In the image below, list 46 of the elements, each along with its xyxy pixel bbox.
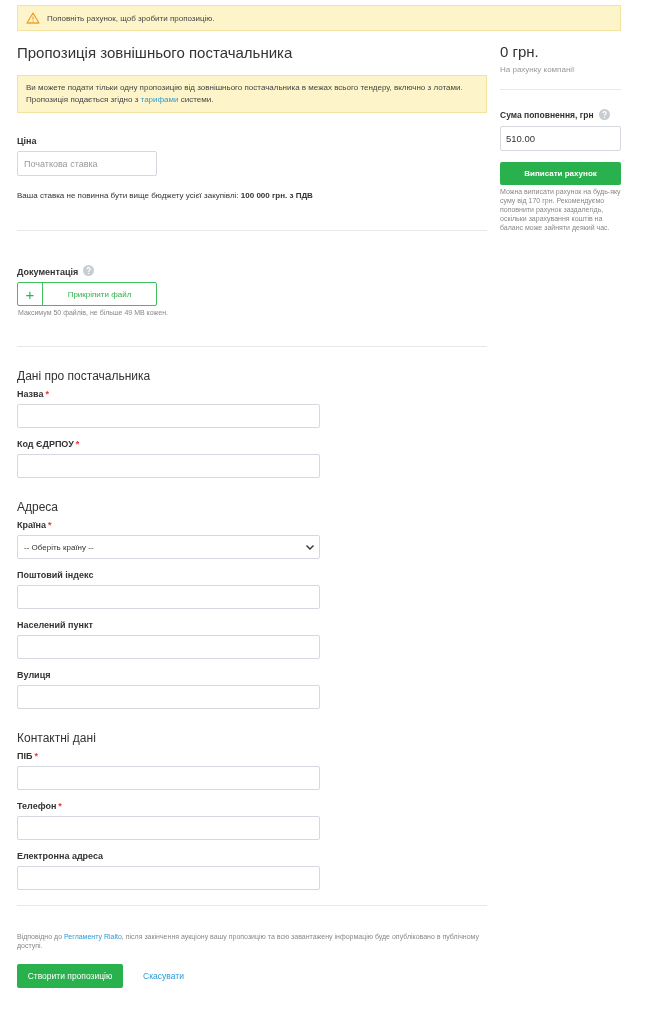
required-mark: * xyxy=(58,801,62,811)
field-label: Вулиця xyxy=(17,670,51,680)
field-label: Поштовий індекс xyxy=(17,570,94,580)
input-field[interactable] xyxy=(17,685,320,709)
budget-note: Ваша ставка не повинна бути вище бюджету усієї закупівлі: 100 000 грн. з ПДВ xyxy=(17,191,314,200)
field-label: Сума поповнення, грн xyxy=(500,109,594,120)
required-mark: * xyxy=(45,389,50,399)
issue-invoice-button[interactable]: Виписати рахунок xyxy=(500,162,621,185)
section-title: Контактні дані xyxy=(17,731,97,745)
attach-file-button[interactable]: + Прикріпити файл xyxy=(17,282,157,306)
required-mark: * xyxy=(34,751,38,761)
field-label: Населений пункт xyxy=(17,620,93,630)
help-icon[interactable] xyxy=(83,265,95,276)
field-label: Документація xyxy=(17,267,79,277)
country-select[interactable]: -- Оберіть країну -- xyxy=(17,535,320,559)
warning-icon xyxy=(26,12,40,24)
cancel-link[interactable]: Скасувати xyxy=(143,971,184,981)
balance-amount: 0 грн. xyxy=(500,43,540,60)
section-title: Дані про постачальника xyxy=(17,369,152,383)
field-label: Назва xyxy=(17,389,44,399)
input-field[interactable] xyxy=(17,635,320,659)
field-label: Ціна xyxy=(17,136,38,146)
input-field[interactable] xyxy=(17,866,320,890)
field-label: Електронна адреса xyxy=(17,851,104,861)
field-label: Телефон xyxy=(17,801,57,811)
required-mark: * xyxy=(75,439,80,449)
price-field[interactable]: Початкова ставка xyxy=(17,151,157,176)
create-offer-button[interactable]: Створити пропозицію xyxy=(17,964,123,988)
help-icon[interactable] xyxy=(598,109,610,120)
tariffs-link[interactable]: тарифами xyxy=(140,95,179,104)
input-field[interactable] xyxy=(17,454,320,478)
page-title: Пропозиція зовнішнього постачальника xyxy=(17,44,294,61)
input-field[interactable] xyxy=(17,585,320,609)
topup-amount-field[interactable]: 510.00 xyxy=(500,126,621,151)
input-field[interactable] xyxy=(17,766,320,790)
required-mark: * xyxy=(47,520,52,530)
field-label: Країна xyxy=(17,520,46,530)
balance-caption: На рахунку компанії xyxy=(500,65,576,74)
field-label: ПІБ xyxy=(17,751,33,761)
notice-text: Ви можете подати тільки одну пропозицію від зовнішнього постачальника в межах всього тендеру, включно з лотами. Пропозиція подається згідно з тарифами системи. xyxy=(17,75,487,113)
chevron-down-icon xyxy=(306,544,314,550)
input-field[interactable] xyxy=(17,404,320,428)
input-field[interactable] xyxy=(17,816,320,840)
field-label: Код ЄДРПОУ xyxy=(17,439,74,449)
alert-text: Поповніть рахунок, щоб зробити пропозицію. xyxy=(47,13,215,23)
section-title: Адреса xyxy=(17,500,60,514)
